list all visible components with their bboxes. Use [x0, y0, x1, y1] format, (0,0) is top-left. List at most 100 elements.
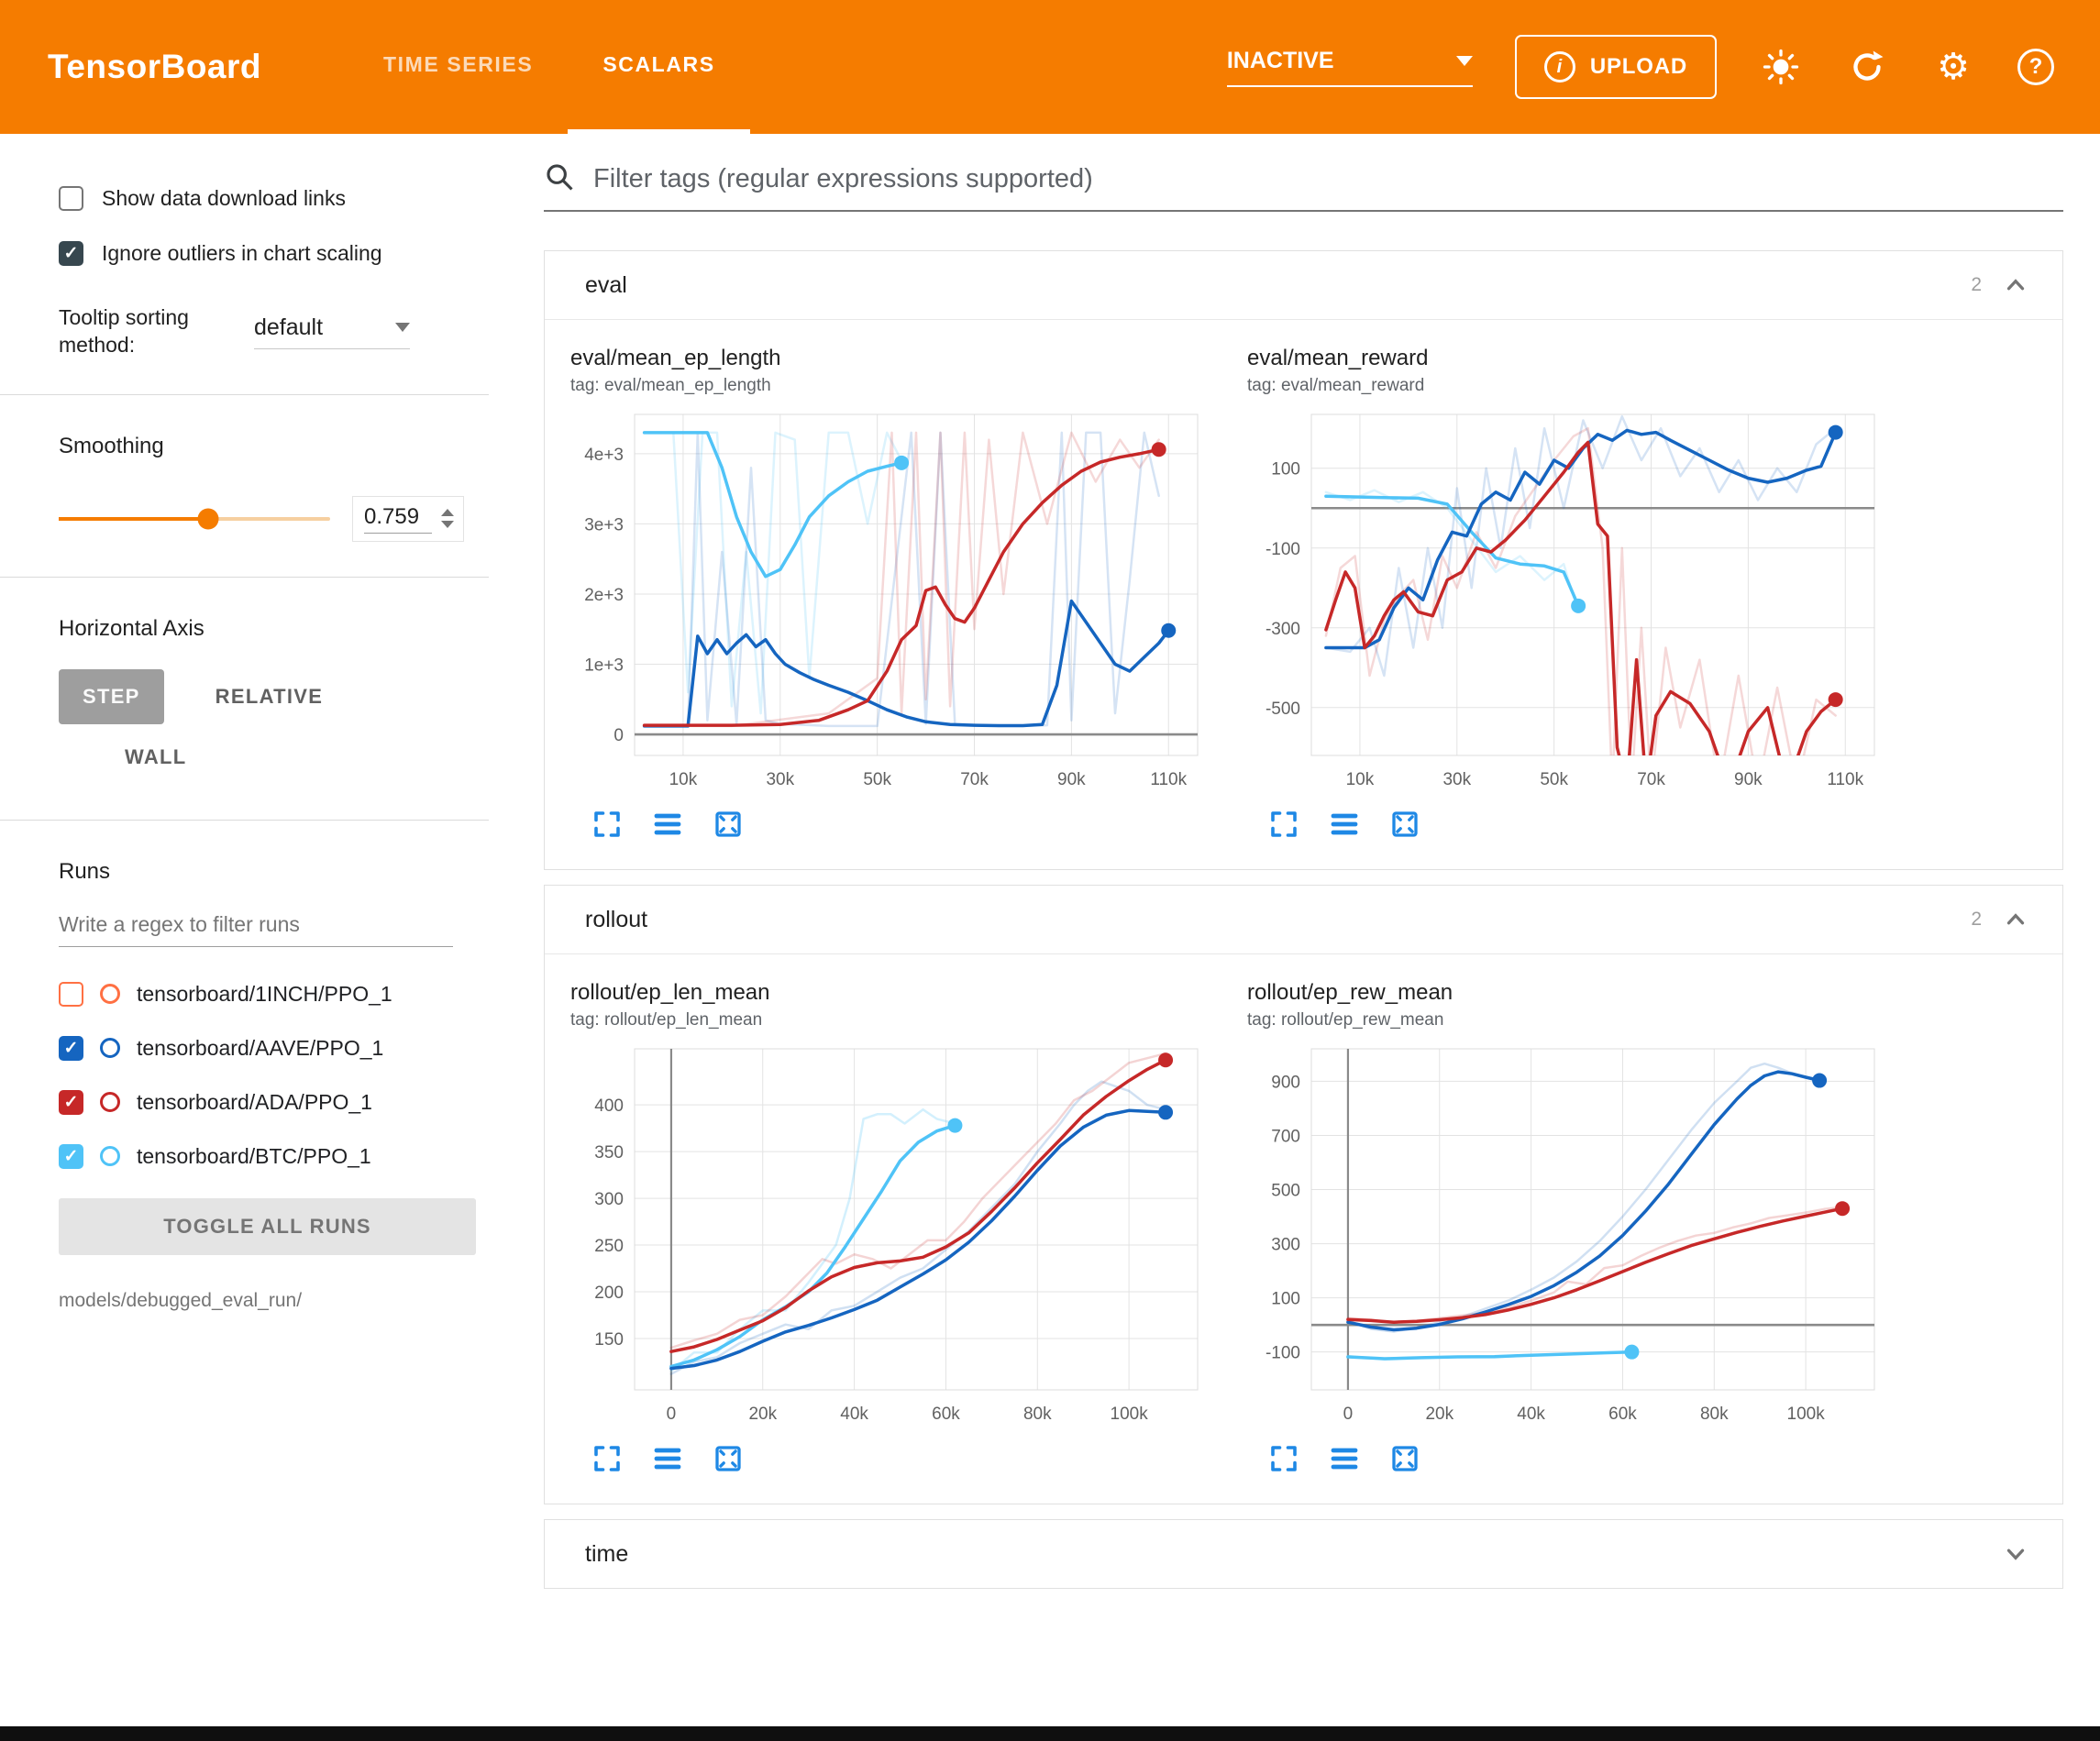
fit-data-icon[interactable]	[712, 1442, 745, 1480]
svg-text:400: 400	[594, 1096, 624, 1116]
chart-title: eval/mean_ep_length	[570, 346, 1223, 371]
section-header[interactable]: eval 2	[545, 251, 2062, 319]
run-label: tensorboard/1INCH/PPO_1	[137, 982, 392, 1007]
svg-text:80k: 80k	[1700, 1405, 1729, 1424]
tab-time-series[interactable]: TIME SERIES	[348, 0, 568, 134]
run-row-tensorboard-ada-ppo-1[interactable]: ✓tensorboard/ADA/PPO_1	[0, 1075, 489, 1129]
section-title: eval	[585, 272, 627, 299]
runs-label: Runs	[0, 859, 489, 885]
option-show-data-download-links[interactable]: Show data download links	[0, 171, 489, 226]
smoothing-slider[interactable]	[59, 517, 330, 521]
line-chart-eval-mean-ep-length[interactable]: 01e+32e+33e+34e+310k30k50k70k90k110k	[570, 402, 1212, 796]
tooltip-sorting-value: default	[254, 314, 323, 341]
chart-card-eval-mean-reward: eval/mean_rewardtag: eval/mean_reward100…	[1247, 346, 1900, 845]
stepper-arrows[interactable]	[441, 509, 454, 528]
help-icon[interactable]: ?	[2017, 49, 2054, 85]
axis-option-wall[interactable]: WALL	[101, 730, 211, 785]
divider	[0, 394, 489, 395]
expand-icon[interactable]	[1267, 1442, 1300, 1480]
section-card-time: time	[544, 1519, 2063, 1589]
svg-text:500: 500	[1271, 1182, 1300, 1201]
upload-button[interactable]: i UPLOAD	[1515, 35, 1717, 99]
expand-icon[interactable]	[1267, 808, 1300, 845]
section-header[interactable]: rollout2	[545, 886, 2062, 953]
line-chart-rollout-ep-len-mean[interactable]: 150200250300350400020k40k60k80k100k	[570, 1036, 1212, 1430]
settings-icon[interactable]: ⚙	[1931, 45, 1975, 89]
runs-list-icon[interactable]	[651, 808, 684, 845]
run-checkbox[interactable]: ✓	[59, 1144, 83, 1169]
status-dropdown[interactable]: INACTIVE	[1227, 48, 1473, 87]
expand-section-icon[interactable]	[2000, 1538, 2031, 1570]
svg-text:350: 350	[594, 1143, 624, 1163]
tag-filter-input[interactable]	[593, 164, 2063, 194]
svg-text:30k: 30k	[766, 770, 794, 789]
runs-list-icon[interactable]	[1328, 808, 1361, 845]
section-title: time	[585, 1541, 628, 1568]
expand-icon[interactable]	[591, 808, 624, 845]
fit-data-icon[interactable]	[1388, 808, 1421, 845]
svg-text:50k: 50k	[1540, 770, 1568, 789]
run-checkbox[interactable]: ✓	[59, 1090, 83, 1115]
stepper-up-icon[interactable]	[441, 509, 454, 516]
chart-toolbar	[1267, 1442, 1900, 1480]
smoothing-value-input[interactable]	[364, 504, 432, 534]
svg-text:200: 200	[594, 1284, 624, 1303]
run-checkbox[interactable]: ✓	[59, 1036, 83, 1061]
tooltip-sorting-select[interactable]: default	[254, 314, 410, 349]
smoothing-stepper[interactable]	[352, 496, 464, 542]
run-row-tensorboard-btc-ppo-1[interactable]: ✓tensorboard/BTC/PPO_1	[0, 1129, 489, 1184]
section-chart-count: 2	[1971, 274, 1982, 296]
svg-text:4e+3: 4e+3	[584, 446, 624, 465]
stepper-down-icon[interactable]	[441, 521, 454, 528]
section-header-actions: 2	[1971, 904, 2031, 935]
chart-toolbar	[591, 808, 1223, 845]
checkbox[interactable]	[59, 186, 83, 211]
fit-data-icon[interactable]	[1388, 1442, 1421, 1480]
tab-scalars[interactable]: SCALARS	[568, 0, 749, 134]
svg-text:100: 100	[1271, 1290, 1300, 1309]
collapse-icon[interactable]	[2000, 904, 2031, 935]
section-header[interactable]: time	[545, 1520, 2062, 1588]
svg-text:90k: 90k	[1734, 770, 1763, 789]
toggle-all-runs-button[interactable]: TOGGLE ALL RUNS	[59, 1198, 476, 1255]
section-card-eval: eval2eval/mean_ep_lengthtag: eval/mean_e…	[544, 250, 2063, 870]
axis-option-step[interactable]: STEP	[59, 669, 164, 724]
svg-text:3e+3: 3e+3	[584, 515, 624, 534]
slider-thumb[interactable]	[197, 508, 218, 529]
brightness-icon[interactable]	[1759, 45, 1803, 89]
run-checkbox[interactable]	[59, 982, 83, 1007]
slider-fill	[59, 517, 208, 521]
chart-card-rollout-ep-rew-mean: rollout/ep_rew_meantag: rollout/ep_rew_m…	[1247, 980, 1900, 1480]
svg-text:110k: 110k	[1150, 770, 1187, 789]
line-chart-eval-mean-reward[interactable]: 100-100-300-50010k30k50k70k90k110k	[1247, 402, 1889, 796]
runs-filter-input[interactable]	[59, 912, 453, 947]
expand-icon[interactable]	[591, 1442, 624, 1480]
line-chart-rollout-ep-rew-mean[interactable]: -100100300500700900020k40k60k80k100k	[1247, 1036, 1889, 1430]
checkbox[interactable]: ✓	[59, 241, 83, 266]
svg-text:60k: 60k	[932, 1405, 960, 1424]
screen-edge	[0, 1726, 2100, 1741]
runs-list-icon[interactable]	[1328, 1442, 1361, 1480]
smoothing-row	[0, 496, 489, 542]
run-label: tensorboard/AAVE/PPO_1	[137, 1036, 383, 1061]
header-actions: INACTIVE i UPLOAD ⚙ ?	[1227, 0, 2054, 134]
horizontal-axis-label: Horizontal Axis	[0, 616, 489, 642]
svg-text:0: 0	[1343, 1405, 1354, 1424]
axis-option-relative[interactable]: RELATIVE	[192, 669, 348, 724]
check-icon: ✓	[64, 1094, 79, 1111]
app-title: TensorBoard	[48, 48, 261, 86]
svg-text:90k: 90k	[1057, 770, 1086, 789]
option-ignore-outliers-in-chart-scaling[interactable]: ✓Ignore outliers in chart scaling	[0, 226, 489, 281]
svg-text:700: 700	[1271, 1127, 1300, 1146]
svg-text:10k: 10k	[1346, 770, 1375, 789]
runs-list-icon[interactable]	[651, 1442, 684, 1480]
run-row-tensorboard-aave-ppo-1[interactable]: ✓ tensorboard/AAVE/PPO_1	[0, 1021, 489, 1075]
refresh-icon[interactable]	[1845, 45, 1889, 89]
svg-text:100k: 100k	[1787, 1405, 1826, 1424]
run-color-circle	[100, 984, 120, 1004]
fit-data-icon[interactable]	[712, 808, 745, 845]
svg-text:300: 300	[1271, 1236, 1300, 1255]
run-row-tensorboard-1inch-ppo-1[interactable]: tensorboard/1INCH/PPO_1	[0, 967, 489, 1021]
collapse-icon[interactable]	[2000, 270, 2031, 301]
smoothing-label: Smoothing	[0, 434, 489, 459]
